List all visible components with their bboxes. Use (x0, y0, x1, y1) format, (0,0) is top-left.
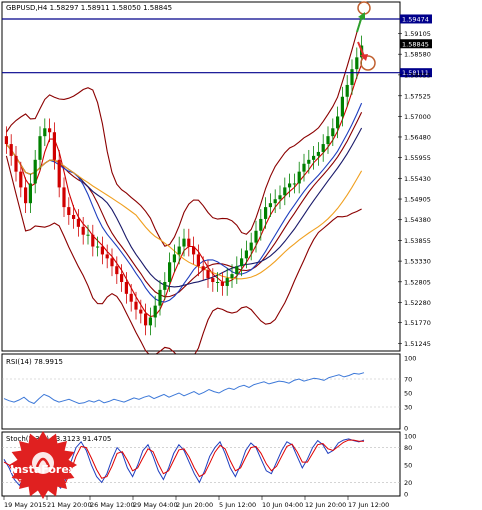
rsi-panel: 100 70 50 30 0 RSI(14) 78.9915 (1, 353, 416, 433)
rsi-tick-label: 30 (404, 404, 412, 412)
time-tick-label: 2 Jun 20:00 (176, 501, 213, 509)
stoch-tick-label: 20 (404, 479, 412, 487)
price-tick-label: 1.51245 (404, 340, 431, 348)
price-tick-label: 1.56480 (404, 133, 431, 141)
price-tick-label: 1.57525 (404, 92, 431, 100)
chart-title: GBPUSD,H4 1.58297 1.58911 1.58050 1.5884… (6, 4, 172, 12)
price-tick-label: 1.57000 (404, 113, 431, 121)
instaforex-brand-text: InstaForex (10, 463, 76, 476)
price-tick-label: 1.55430 (404, 175, 431, 183)
stoch-tick-label: 100 (404, 433, 416, 441)
price-tick-label: 1.53330 (404, 258, 431, 266)
price-tick-label: 1.58580 (404, 51, 431, 59)
chart-canvas: 1.594741.581111.58845 1.591051.585801.58… (1, 1, 432, 509)
price-tick-label: 1.53855 (404, 237, 431, 245)
time-tick-label: 5 Jun 12:00 (219, 501, 256, 509)
price-tick-label: 1.59105 (404, 30, 431, 38)
price-tick-label: 1.52805 (404, 278, 431, 286)
stoch-tick-label: 50 (404, 462, 412, 470)
time-tick-label: 12 Jun 20:00 (305, 501, 346, 509)
price-tick-label: 1.54380 (404, 216, 431, 224)
time-axis: 19 May 2015 21 May 20:0026 May 12:0029 Ma… (3, 496, 389, 509)
stoch-tick-label: 80 (404, 444, 412, 452)
rsi-title: RSI(14) 78.9915 (6, 358, 63, 366)
rsi-tick-label: 50 (404, 390, 412, 398)
current-price-label: 1.58845 (402, 40, 429, 48)
rsi-tick-label: 70 (404, 376, 412, 384)
instaforex-logo: InstaForex (9, 431, 77, 499)
rsi-tick-label: 100 (404, 355, 416, 363)
price-tick-label: 1.52280 (404, 299, 431, 307)
price-tick-label: 1.51770 (404, 319, 431, 327)
time-tick-label: 19 May 2015 (4, 501, 46, 509)
time-tick-label: 10 Jun 04:00 (262, 501, 303, 509)
rsi-tick-label: 0 (404, 425, 408, 433)
time-tick-label: 29 May 04:00 (133, 501, 178, 509)
price-tick-label: 1.54905 (404, 196, 431, 204)
price-tick-label: 1.55955 (404, 154, 431, 162)
time-tick-label: 17 Jun 12:00 (348, 501, 389, 509)
level-label: 1.59474 (402, 15, 429, 23)
time-tick-label: 26 May 12:00 (90, 501, 135, 509)
stoch-tick-label: 0 (404, 491, 408, 499)
time-tick-label: 21 May 20:00 (47, 501, 92, 509)
price-panel-frame (1, 1, 401, 352)
price-tick-label: 1.58055 (404, 71, 431, 79)
